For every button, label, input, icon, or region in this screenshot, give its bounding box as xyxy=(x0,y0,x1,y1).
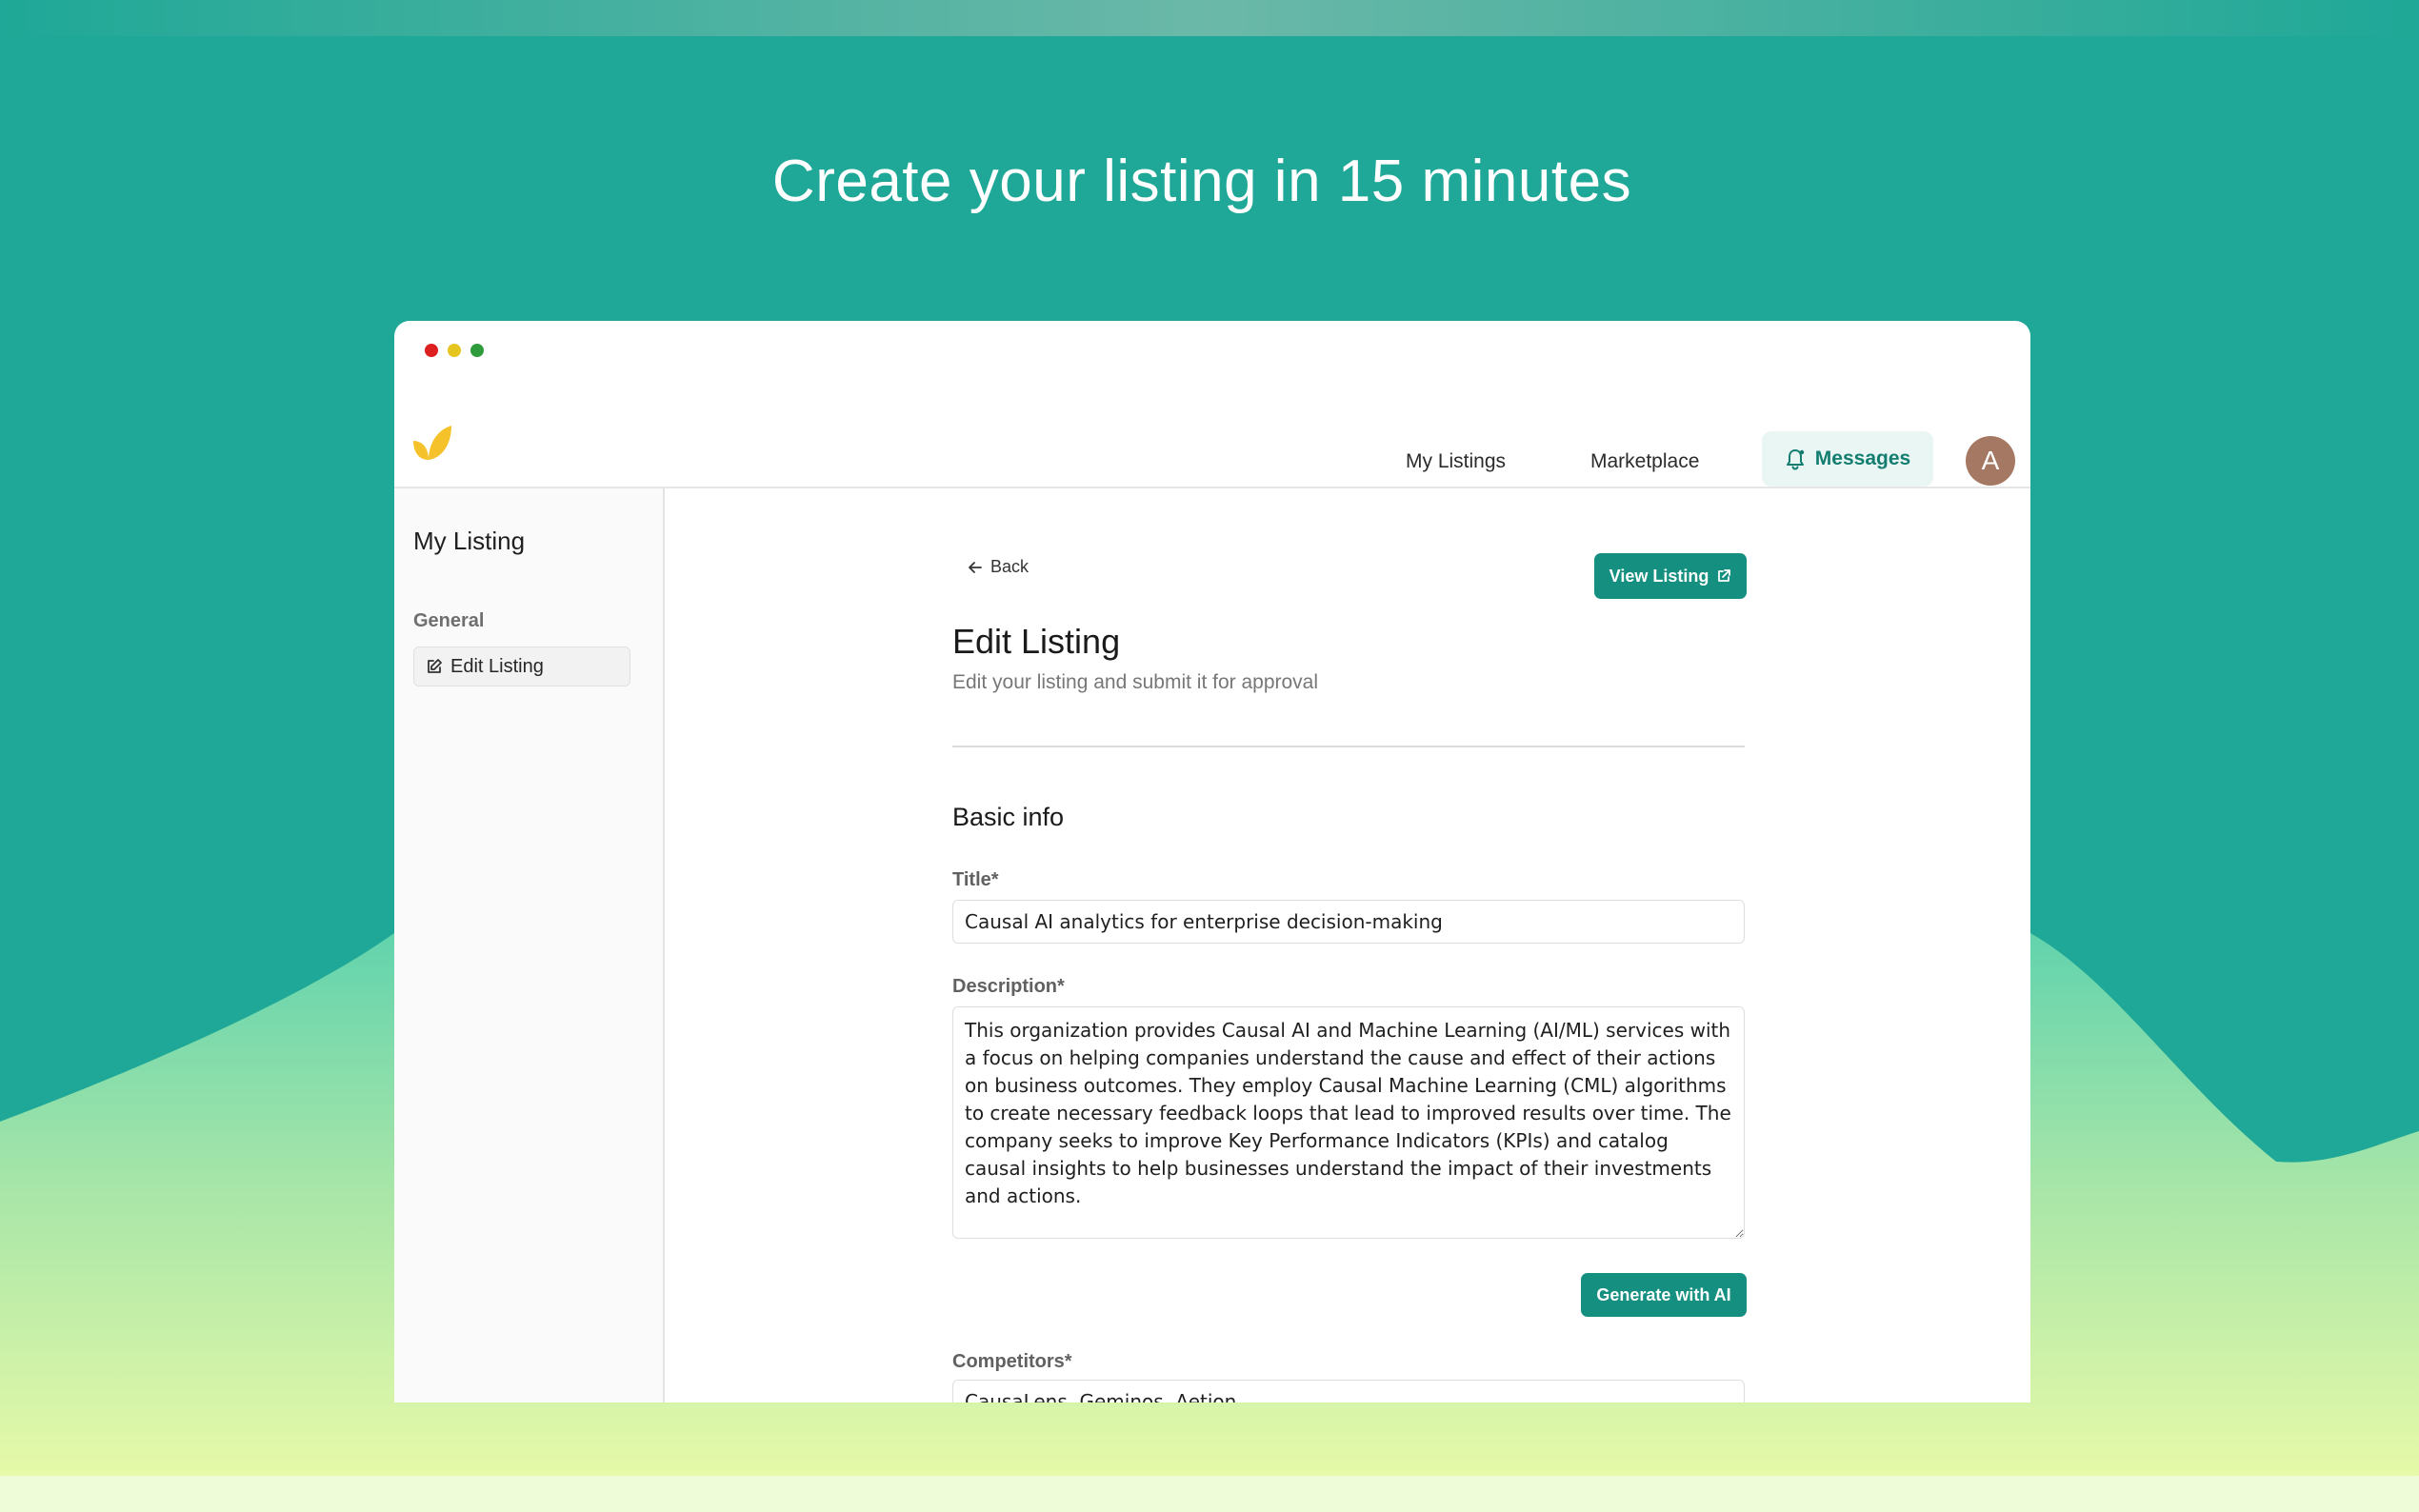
top-navbar: My Listings Marketplace Messages A xyxy=(394,370,2030,488)
main-content: Back View Listing Edit Listing Edit your… xyxy=(665,488,2030,1403)
page-title: Edit Listing xyxy=(952,622,1121,661)
view-listing-label: View Listing xyxy=(1609,566,1709,586)
nav-marketplace[interactable]: Marketplace xyxy=(1590,435,1699,488)
messages-label: Messages xyxy=(1814,448,1911,469)
nav-my-listings[interactable]: My Listings xyxy=(1406,435,1506,488)
back-link[interactable]: Back xyxy=(968,557,1029,577)
competitors-label: Competitors* xyxy=(952,1351,1072,1372)
competitors-input[interactable] xyxy=(952,1380,1745,1403)
arrow-left-icon xyxy=(969,561,982,573)
user-avatar[interactable]: A xyxy=(1966,436,2015,486)
hero-title: Create your listing in 15 minutes xyxy=(771,149,1632,214)
leaf-logo-icon[interactable] xyxy=(410,424,453,462)
minimize-window-dot[interactable] xyxy=(448,344,461,357)
sidebar-item-edit-listing[interactable]: Edit Listing xyxy=(413,647,630,686)
description-textarea[interactable]: This organization provides Causal AI and… xyxy=(952,1006,1745,1239)
app-window: My Listings Marketplace Messages A My Li… xyxy=(394,321,2030,1403)
page-subtitle: Edit your listing and submit it for appr… xyxy=(952,671,1319,693)
edit-icon xyxy=(428,659,442,673)
basic-info-heading: Basic info xyxy=(952,803,1065,831)
bell-icon xyxy=(1786,449,1804,470)
close-window-dot[interactable] xyxy=(425,344,438,357)
back-label: Back xyxy=(990,557,1030,576)
title-input[interactable] xyxy=(952,900,1745,944)
sidebar-item-label: Edit Listing xyxy=(450,655,544,677)
sidebar-title: My Listing xyxy=(413,527,526,555)
window-controls xyxy=(425,344,484,357)
section-divider xyxy=(952,746,1745,747)
description-label: Description* xyxy=(952,976,1065,997)
view-listing-button[interactable]: View Listing xyxy=(1594,553,1747,599)
bottom-band xyxy=(0,1476,2419,1512)
generate-with-ai-button[interactable]: Generate with AI xyxy=(1581,1273,1747,1317)
maximize-window-dot[interactable] xyxy=(470,344,484,357)
sidebar-section-general: General xyxy=(413,610,485,631)
title-label: Title* xyxy=(952,869,999,890)
external-link-icon xyxy=(1718,569,1731,582)
nav-messages-button[interactable]: Messages xyxy=(1762,431,1933,487)
sidebar: My Listing General Edit Listing xyxy=(394,488,665,1403)
